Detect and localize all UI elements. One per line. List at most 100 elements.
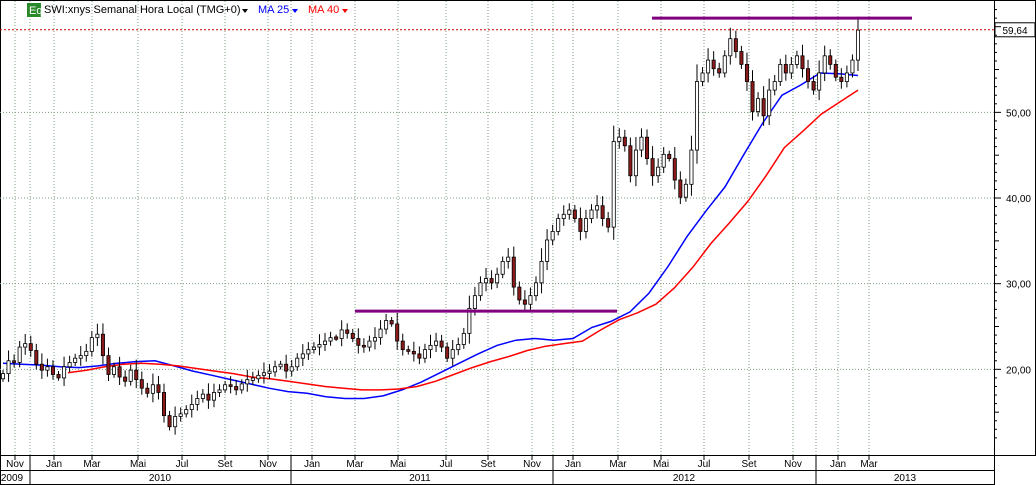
candle-up xyxy=(367,340,372,348)
candle-up xyxy=(422,349,427,359)
candle-down xyxy=(750,81,755,112)
candle-down xyxy=(39,363,44,371)
month-label: Set xyxy=(217,459,232,470)
candle-up xyxy=(722,55,727,74)
year-label: 2012 xyxy=(673,473,696,484)
candle-down xyxy=(389,320,394,325)
candle-down xyxy=(445,346,450,359)
candle-down xyxy=(106,355,111,375)
candle-down xyxy=(628,145,633,177)
candle-up xyxy=(822,55,827,74)
candle-up xyxy=(633,149,638,177)
candle-up xyxy=(484,278,489,284)
candle-down xyxy=(783,63,788,74)
candle-down xyxy=(833,63,838,78)
candle-up xyxy=(300,353,305,359)
candle-down xyxy=(12,360,17,363)
candle-up xyxy=(317,344,322,348)
candle-down xyxy=(167,415,172,428)
candle-up xyxy=(611,141,616,228)
candle-up xyxy=(273,366,278,373)
candle-up xyxy=(844,72,849,82)
month-label: Jul xyxy=(440,459,453,470)
candle-up xyxy=(472,295,477,309)
month-label: Mai xyxy=(390,459,406,470)
candle-down xyxy=(622,136,627,147)
price-tick-label: 20,00 xyxy=(1006,365,1031,376)
month-label: Nov xyxy=(6,459,24,470)
candle-up xyxy=(567,209,572,215)
candle-down xyxy=(162,392,167,416)
candle-down xyxy=(439,340,444,348)
candle-up xyxy=(583,218,588,232)
candle-down xyxy=(400,340,405,351)
candle-down xyxy=(395,323,400,342)
candle-down xyxy=(678,179,683,198)
candle-up xyxy=(178,413,183,417)
month-label: Jan xyxy=(830,459,846,470)
candle-down xyxy=(350,332,355,339)
candle-up xyxy=(67,362,72,368)
candle-up xyxy=(694,81,699,151)
candle-up xyxy=(189,404,194,411)
candle-up xyxy=(112,366,117,375)
candle-down xyxy=(645,136,650,160)
ma40-legend[interactable]: MA 40 xyxy=(308,4,339,16)
candle-down xyxy=(839,76,844,82)
candle-up xyxy=(850,59,855,74)
symbol-label[interactable]: SWI:xnys Semanal Hora Local (TMG+0) xyxy=(44,4,241,16)
candle-down xyxy=(806,68,811,82)
candle-up xyxy=(533,282,538,297)
candle-down xyxy=(117,366,122,378)
month-label: Jan xyxy=(304,459,320,470)
candle-up xyxy=(295,357,300,368)
candle-up xyxy=(289,366,294,372)
candle-up xyxy=(528,295,533,305)
month-label: Nov xyxy=(523,459,541,470)
price-axis-panel[interactable] xyxy=(994,0,1036,456)
month-label: Mar xyxy=(83,459,101,470)
candle-up xyxy=(539,261,544,284)
candle-up xyxy=(195,398,200,405)
candle-up xyxy=(173,416,178,428)
candle-up xyxy=(78,355,83,359)
candle-down xyxy=(761,98,766,117)
candle-up xyxy=(328,337,333,342)
candle-up xyxy=(545,239,550,262)
candle-down xyxy=(489,278,494,284)
candle-down xyxy=(828,55,833,65)
candle-down xyxy=(345,329,350,334)
candle-down xyxy=(667,153,672,160)
year-label: 2011 xyxy=(409,473,431,484)
candle-up xyxy=(556,218,561,232)
candle-down xyxy=(356,338,361,346)
candle-up xyxy=(150,384,155,394)
candle-up xyxy=(62,366,67,379)
candle-up xyxy=(778,63,783,82)
candle-down xyxy=(572,209,577,219)
candle-up xyxy=(817,72,822,91)
candle-up xyxy=(306,349,311,355)
month-label: Mar xyxy=(609,459,627,470)
candle-up xyxy=(789,63,794,74)
candle-up xyxy=(378,328,383,339)
month-label: Set xyxy=(741,459,756,470)
candle-down xyxy=(672,158,677,181)
year-label: 2009 xyxy=(1,473,24,484)
candle-up xyxy=(256,374,261,380)
candle-up xyxy=(73,357,78,363)
candle-up xyxy=(384,320,389,330)
candle-up xyxy=(683,183,688,198)
candle-down xyxy=(578,218,583,232)
month-label: Mar xyxy=(346,459,364,470)
chart-window: 59,64 20,00 30,00 40,00 50,00 Nov Jan Mar Mai J… xyxy=(0,0,1036,485)
candle-down xyxy=(522,299,527,305)
candle-down xyxy=(739,51,744,65)
ma25-legend[interactable]: MA 25 xyxy=(258,4,289,16)
candle-up xyxy=(217,389,222,393)
candle-up xyxy=(17,346,22,363)
candle-up xyxy=(589,209,594,219)
candle-up xyxy=(706,59,711,74)
candle-up xyxy=(95,333,100,339)
candle-up xyxy=(478,282,483,297)
